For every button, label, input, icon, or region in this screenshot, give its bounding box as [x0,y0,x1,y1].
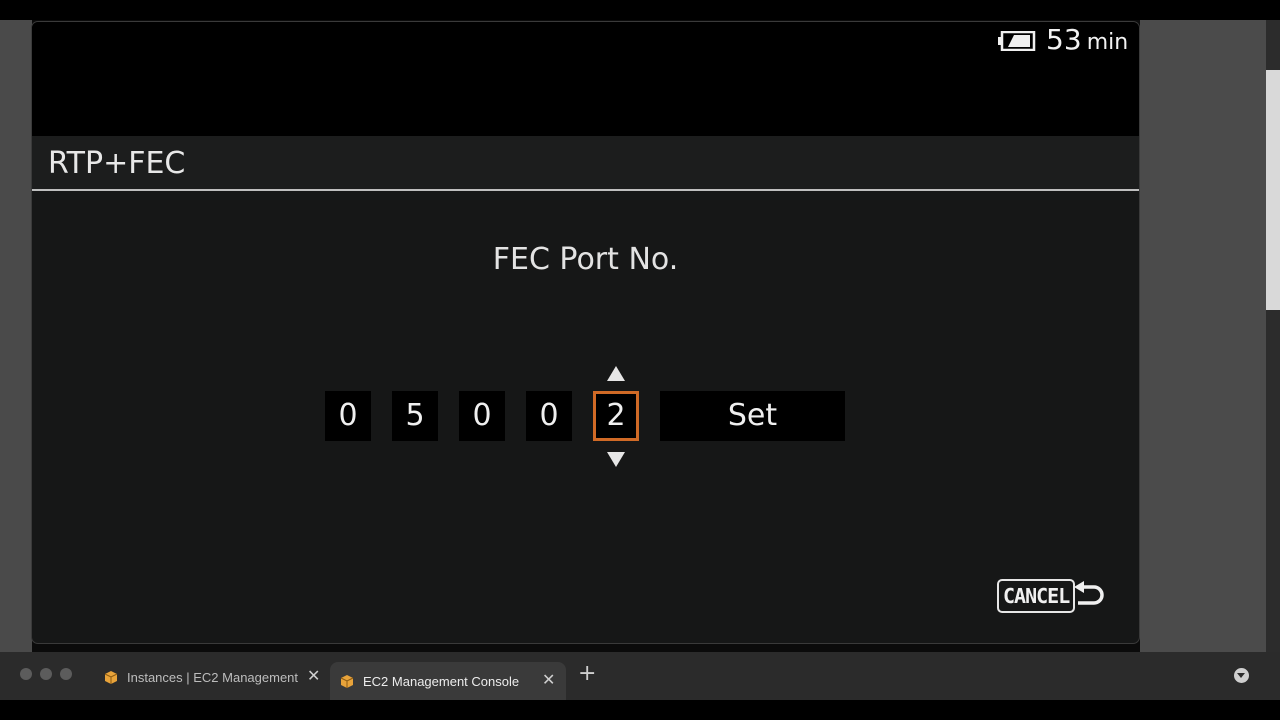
stage: 53 min RTP+FEC FEC Port No. 0 5 0 0 2 Se… [0,0,1280,720]
tab-list-chevron-icon[interactable] [1234,668,1249,683]
return-arrow-icon[interactable] [1072,581,1106,609]
decrement-arrow-icon[interactable] [607,452,625,467]
battery-time-value: 53 [1046,23,1082,56]
window-close-dot[interactable] [20,668,32,680]
menu-title-bar: RTP+FEC [32,136,1139,191]
window-minimize-dot[interactable] [40,668,52,680]
port-digit-4[interactable]: 0 [526,391,572,441]
status-bar: 53 min [32,22,1139,136]
tab-ec2-console[interactable]: EC2 Management Console ✕ [330,662,566,700]
port-digit-1[interactable]: 0 [325,391,371,441]
window-zoom-dot[interactable] [60,668,72,680]
background-left [0,20,32,652]
tab-close-icon[interactable]: ✕ [542,673,555,689]
tab-instances[interactable]: Instances | EC2 Management C ✕ [104,662,324,692]
browser-tab-strip: Instances | EC2 Management C ✕ EC2 Manag… [0,652,1280,700]
camera-monitor-screen: 53 min RTP+FEC FEC Port No. 0 5 0 0 2 Se… [32,22,1139,643]
tab-close-icon[interactable]: ✕ [307,669,320,685]
port-digit-2[interactable]: 5 [392,391,438,441]
top-letterbox [0,0,1280,20]
aws-package-icon [340,675,354,688]
port-digit-3[interactable]: 0 [459,391,505,441]
increment-arrow-icon[interactable] [607,366,625,381]
background-right [1140,20,1280,652]
battery-icon [998,31,1036,51]
port-digit-5-selected[interactable]: 2 [593,391,639,441]
set-button[interactable]: Set [660,391,845,441]
bottom-letterbox [0,700,1280,720]
cancel-button[interactable]: CANCEL [997,579,1076,613]
aws-package-icon [104,671,118,684]
field-label: FEC Port No. [492,242,679,277]
battery-time-unit: min [1086,30,1129,55]
menu-title: RTP+FEC [48,146,186,181]
tab-label: Instances | EC2 Management C [127,669,299,685]
battery-remaining-time: 53 min [1046,23,1128,56]
background-right-window-edge [1266,70,1280,310]
tab-label: EC2 Management Console [363,673,520,689]
new-tab-button[interactable]: + [578,662,596,686]
